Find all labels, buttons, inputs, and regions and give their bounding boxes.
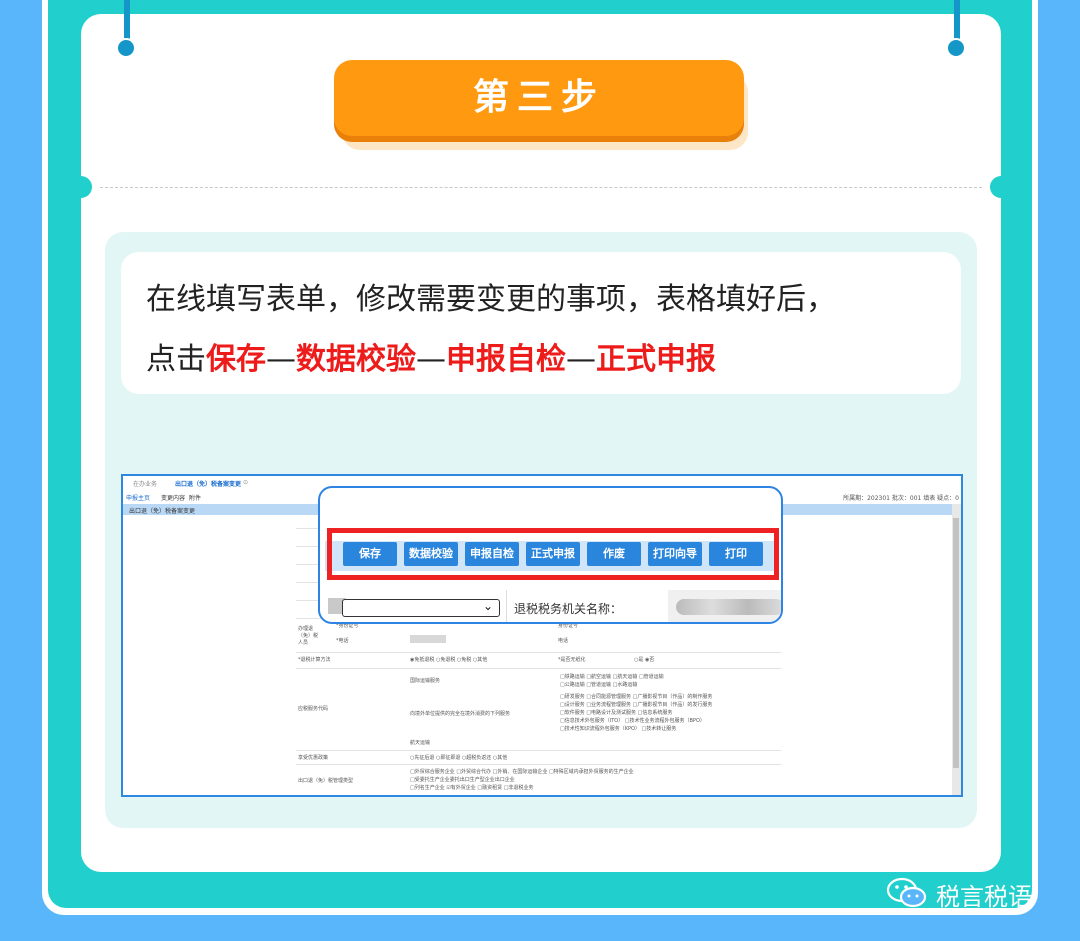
redacted-value [410, 635, 446, 643]
wechat-watermark: 税言税语 [886, 875, 1046, 911]
hanging-pin-left [124, 0, 130, 40]
tab-filing-change[interactable]: 出口退（免）税备案变更 [175, 479, 241, 488]
instruction-separator: — [566, 342, 596, 377]
label-phone-2: 电话 [558, 638, 569, 644]
service-option-line[interactable]: □研发服务 □合同能源管理服务 □广播影视节目（作品）的制作服务 [560, 693, 712, 700]
chevron-down-icon: ⌄ [482, 599, 493, 613]
instruction-step-selfcheck: 申报自检 [446, 342, 566, 377]
checkbox-international-transport[interactable]: 国际运输服务 [410, 677, 440, 684]
instruction-line-1: 在线填写表单，修改需要变更的事项，表格填好后， [146, 282, 836, 317]
card-notch-left [70, 176, 92, 198]
instruction-separator: — [266, 342, 296, 377]
label-tax-policy: 享受优惠政策 [298, 755, 329, 761]
subtab-home[interactable]: 申报主页 [126, 493, 150, 502]
dropdown-select[interactable]: ⌄ [342, 599, 500, 617]
step-title: 第三步 [472, 77, 605, 118]
tab-in-progress[interactable]: 在办业务 [133, 479, 157, 488]
label-agent: 办理退（免）税人员 [298, 626, 319, 646]
form-row-mgmt: 出口退（免）税管理类型 □外贸综合服务企业 □外贸综合代办 □外销、在国际运输企… [296, 764, 781, 795]
instruction-step-validate: 数据校验 [296, 342, 416, 377]
tab-close-icon[interactable]: ⊙ [243, 479, 248, 486]
hanging-pin-right [954, 0, 960, 40]
checkbox-other-service[interactable]: 航天运输 [410, 739, 430, 746]
header-info: 所属期：202301 批次：001 填表 疑点：0 [843, 495, 959, 502]
calc-method-options[interactable]: ◉免抵退税 ○免退税 ○免税 ○其他 [410, 656, 487, 663]
paperless-options[interactable]: ○是 ◉否 [634, 656, 654, 663]
mgmt-option-line[interactable]: □列名生产企业 ☑有外贸企业 □融资租赁 □非退税业务 [410, 784, 533, 791]
authority-label: 退税税务机关名称： [514, 602, 623, 616]
card-notch-right [990, 176, 1012, 198]
instruction-step-save: 保存 [206, 342, 266, 377]
service-option-line[interactable]: □技术性知识流程外包服务（KPO） □技术转让服务 [560, 725, 676, 732]
watermark-text: 税言税语 [936, 883, 1032, 911]
service-option-line[interactable]: □铁路运输 □航空运输 □航天运输 □管道运输 [560, 673, 664, 680]
dashed-divider [100, 187, 982, 188]
form-row-service: 应税服务代码 国际运输服务 向境外单位提供的完全在境外消费的下列服务 航天运输 … [296, 668, 781, 751]
form-row-policy: 享受优惠政策 ○先征后退 ○即征即退 ○超税负返还 ○其他 [296, 750, 781, 765]
highlight-box [327, 528, 779, 580]
service-option-line[interactable]: □公路运输 □管道运输 □水路运输 [560, 681, 637, 688]
subtab-attachments[interactable]: 附件 [189, 493, 201, 502]
instruction-line-2: 点击保存—数据校验—申报自检—正式申报 [146, 334, 716, 378]
tax-policy-options[interactable]: ○先征后退 ○即征即退 ○超税负返还 ○其他 [410, 754, 507, 761]
label-paperless: *是否无纸化 [558, 657, 586, 663]
label-service-code: 应税服务代码 [298, 706, 329, 712]
instruction-step-submit: 正式申报 [596, 342, 716, 377]
label-phone: *电话 [336, 638, 349, 644]
redacted-authority-value [676, 599, 781, 615]
instruction-separator: — [416, 342, 446, 377]
service-option-line[interactable]: □信息技术外包服务（ITO） □技术性业务流程外包服务（BPO） [560, 717, 705, 724]
pin-ball-right-icon [946, 38, 966, 58]
instruction-prefix: 点击 [146, 342, 206, 377]
service-option-line[interactable]: □软件服务 □电路设计及测试服务 □信息系统服务 [560, 709, 672, 716]
mgmt-option-line[interactable]: □外贸综合服务企业 □外贸综合代办 □外销、在国际运输企业 □特殊区域内承担外贸… [410, 768, 634, 775]
label-mgmt-type: 出口退（免）税管理类型 [298, 778, 354, 784]
checkbox-foreign-service[interactable]: 向境外单位提供的完全在境外消费的下列服务 [410, 710, 510, 717]
service-option-line[interactable]: □设计服务 □业务流程管理服务 □广播影视节目（作品）的发行服务 [560, 701, 712, 708]
wechat-icon [886, 877, 927, 908]
scrollbar-thumb[interactable] [953, 518, 959, 768]
mgmt-option-line[interactable]: □受委托生产企业委托出口生产型企业出口企业 [410, 776, 515, 783]
step-heading: 第三步 [334, 60, 744, 136]
label-calc-method: *退税计算方法 [298, 657, 331, 663]
zoomed-toolbar-popup: 保存 数据校验 申报自检 正式申报 作废 打印向导 打印 ⌄ 退税税务机关名称： [318, 486, 783, 624]
section-title: 出口退（免）税备案变更 [129, 508, 196, 515]
form-row-calc: *退税计算方法 ◉免抵退税 ○免退税 ○免税 ○其他 *是否无纸化 ○是 ◉否 [296, 652, 781, 669]
pin-ball-left-icon [116, 38, 136, 58]
subtab-change-content[interactable]: 变更内容 [161, 493, 185, 502]
